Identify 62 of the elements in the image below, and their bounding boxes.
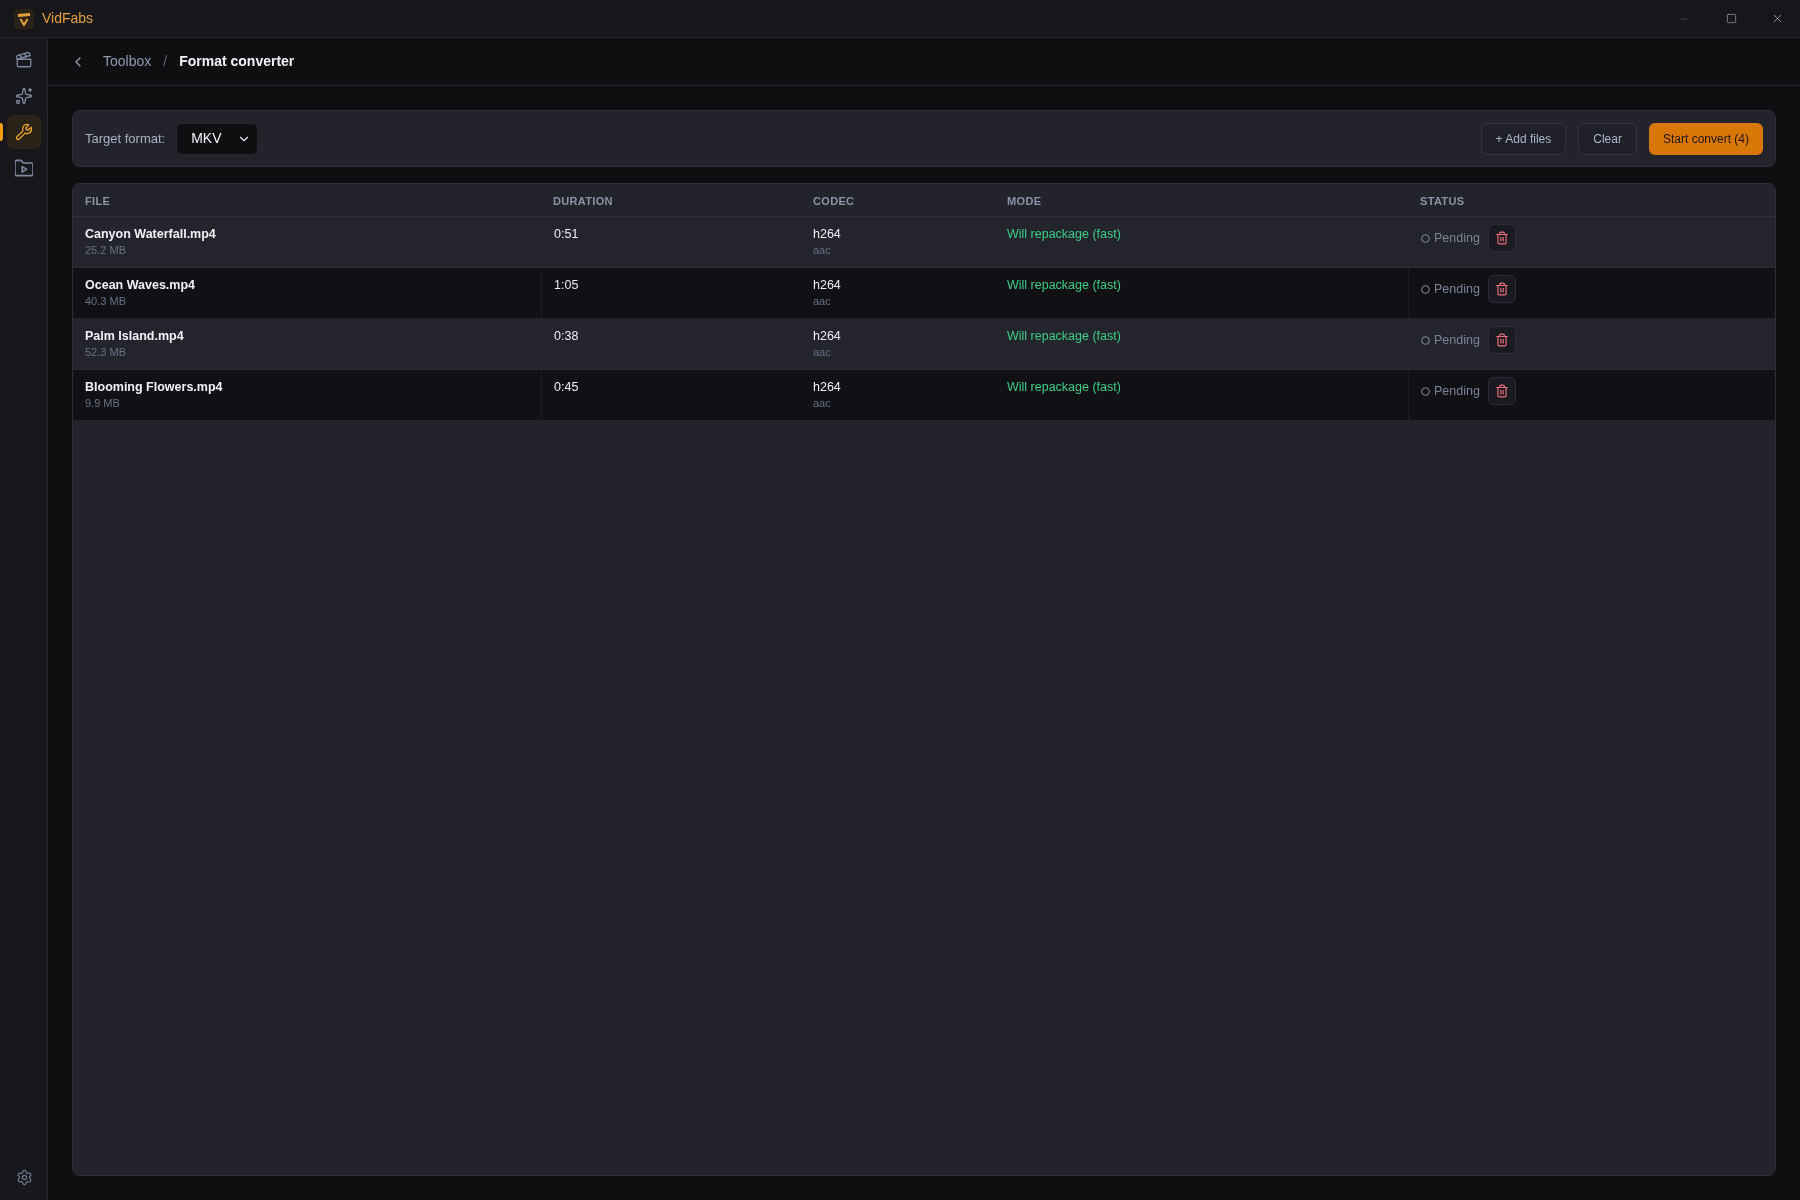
wrench-icon xyxy=(15,123,33,141)
trash-icon xyxy=(1494,333,1509,347)
file-name: Canyon Waterfall.mp4 xyxy=(85,226,217,242)
file-size: 25.2 MB xyxy=(85,243,127,257)
file-size: 9.9 MB xyxy=(85,396,121,410)
audio-codec: aac xyxy=(813,294,832,308)
sidebar-item[interactable] xyxy=(7,115,41,149)
delete-button[interactable] xyxy=(1487,377,1516,405)
format-label: Target format: xyxy=(85,129,166,148)
settings-icon xyxy=(15,1168,33,1186)
column-header: FILE xyxy=(85,195,111,207)
video-codec: h264 xyxy=(813,226,842,242)
column-header: DURATION xyxy=(553,195,613,207)
status-text: Pending xyxy=(1434,280,1480,298)
status-text: Pending xyxy=(1434,382,1480,400)
delete-button[interactable] xyxy=(1487,326,1516,354)
app-title: VidFabs xyxy=(42,9,94,28)
breadcrumb-link[interactable]: Toolbox xyxy=(103,51,152,72)
format-select[interactable]: MKV xyxy=(176,122,259,155)
duration-text: 0:45 xyxy=(554,379,580,395)
duration-text: 0:38 xyxy=(554,328,580,344)
status-text: Pending xyxy=(1434,331,1480,349)
status-circle-icon xyxy=(1421,233,1430,243)
file-name: Ocean Waves.mp4 xyxy=(85,277,196,293)
sparkles-icon xyxy=(15,87,33,105)
status-circle-icon xyxy=(1421,386,1430,396)
status-circle-icon xyxy=(1421,335,1430,345)
delete-button[interactable] xyxy=(1487,224,1516,252)
file-name: Palm Island.mp4 xyxy=(85,328,185,344)
column-header: STATUS xyxy=(1420,195,1465,207)
video-codec: h264 xyxy=(813,277,842,293)
mode-text: Will repackage (fast) xyxy=(1007,328,1122,344)
status-circle-icon xyxy=(1421,284,1430,294)
video-codec: h264 xyxy=(813,328,842,344)
breadcrumb-current: Format converter xyxy=(179,52,295,71)
trash-icon xyxy=(1494,231,1509,245)
audio-codec: aac xyxy=(813,345,832,359)
clapperboard-icon xyxy=(15,51,33,69)
toolbar-button[interactable]: + Add files xyxy=(1480,122,1567,155)
duration-text: 0:51 xyxy=(554,226,580,242)
mode-text: Will repackage (fast) xyxy=(1007,379,1122,395)
toolbar-button[interactable]: Clear xyxy=(1578,122,1637,155)
column-header: CODEC xyxy=(813,195,855,207)
trash-icon xyxy=(1494,384,1509,398)
delete-button[interactable] xyxy=(1487,275,1516,303)
video-codec: h264 xyxy=(813,379,842,395)
column-header: MODE xyxy=(1007,195,1042,207)
file-size: 40.3 MB xyxy=(85,294,127,308)
maximize-icon xyxy=(1725,13,1737,24)
folder-play-icon xyxy=(15,159,33,177)
breadcrumb-separator: / xyxy=(163,52,168,71)
status-text: Pending xyxy=(1434,229,1480,247)
audio-codec: aac xyxy=(813,396,832,410)
mode-text: Will repackage (fast) xyxy=(1007,277,1122,293)
file-name: Blooming Flowers.mp4 xyxy=(85,379,224,395)
trash-icon xyxy=(1494,282,1509,296)
logo-icon xyxy=(14,8,34,29)
audio-codec: aac xyxy=(813,243,832,257)
mode-text: Will repackage (fast) xyxy=(1007,226,1122,242)
file-size: 52.3 MB xyxy=(85,345,127,359)
duration-text: 1:05 xyxy=(554,277,580,293)
start-convert-button[interactable]: Start convert (4) xyxy=(1648,122,1763,155)
